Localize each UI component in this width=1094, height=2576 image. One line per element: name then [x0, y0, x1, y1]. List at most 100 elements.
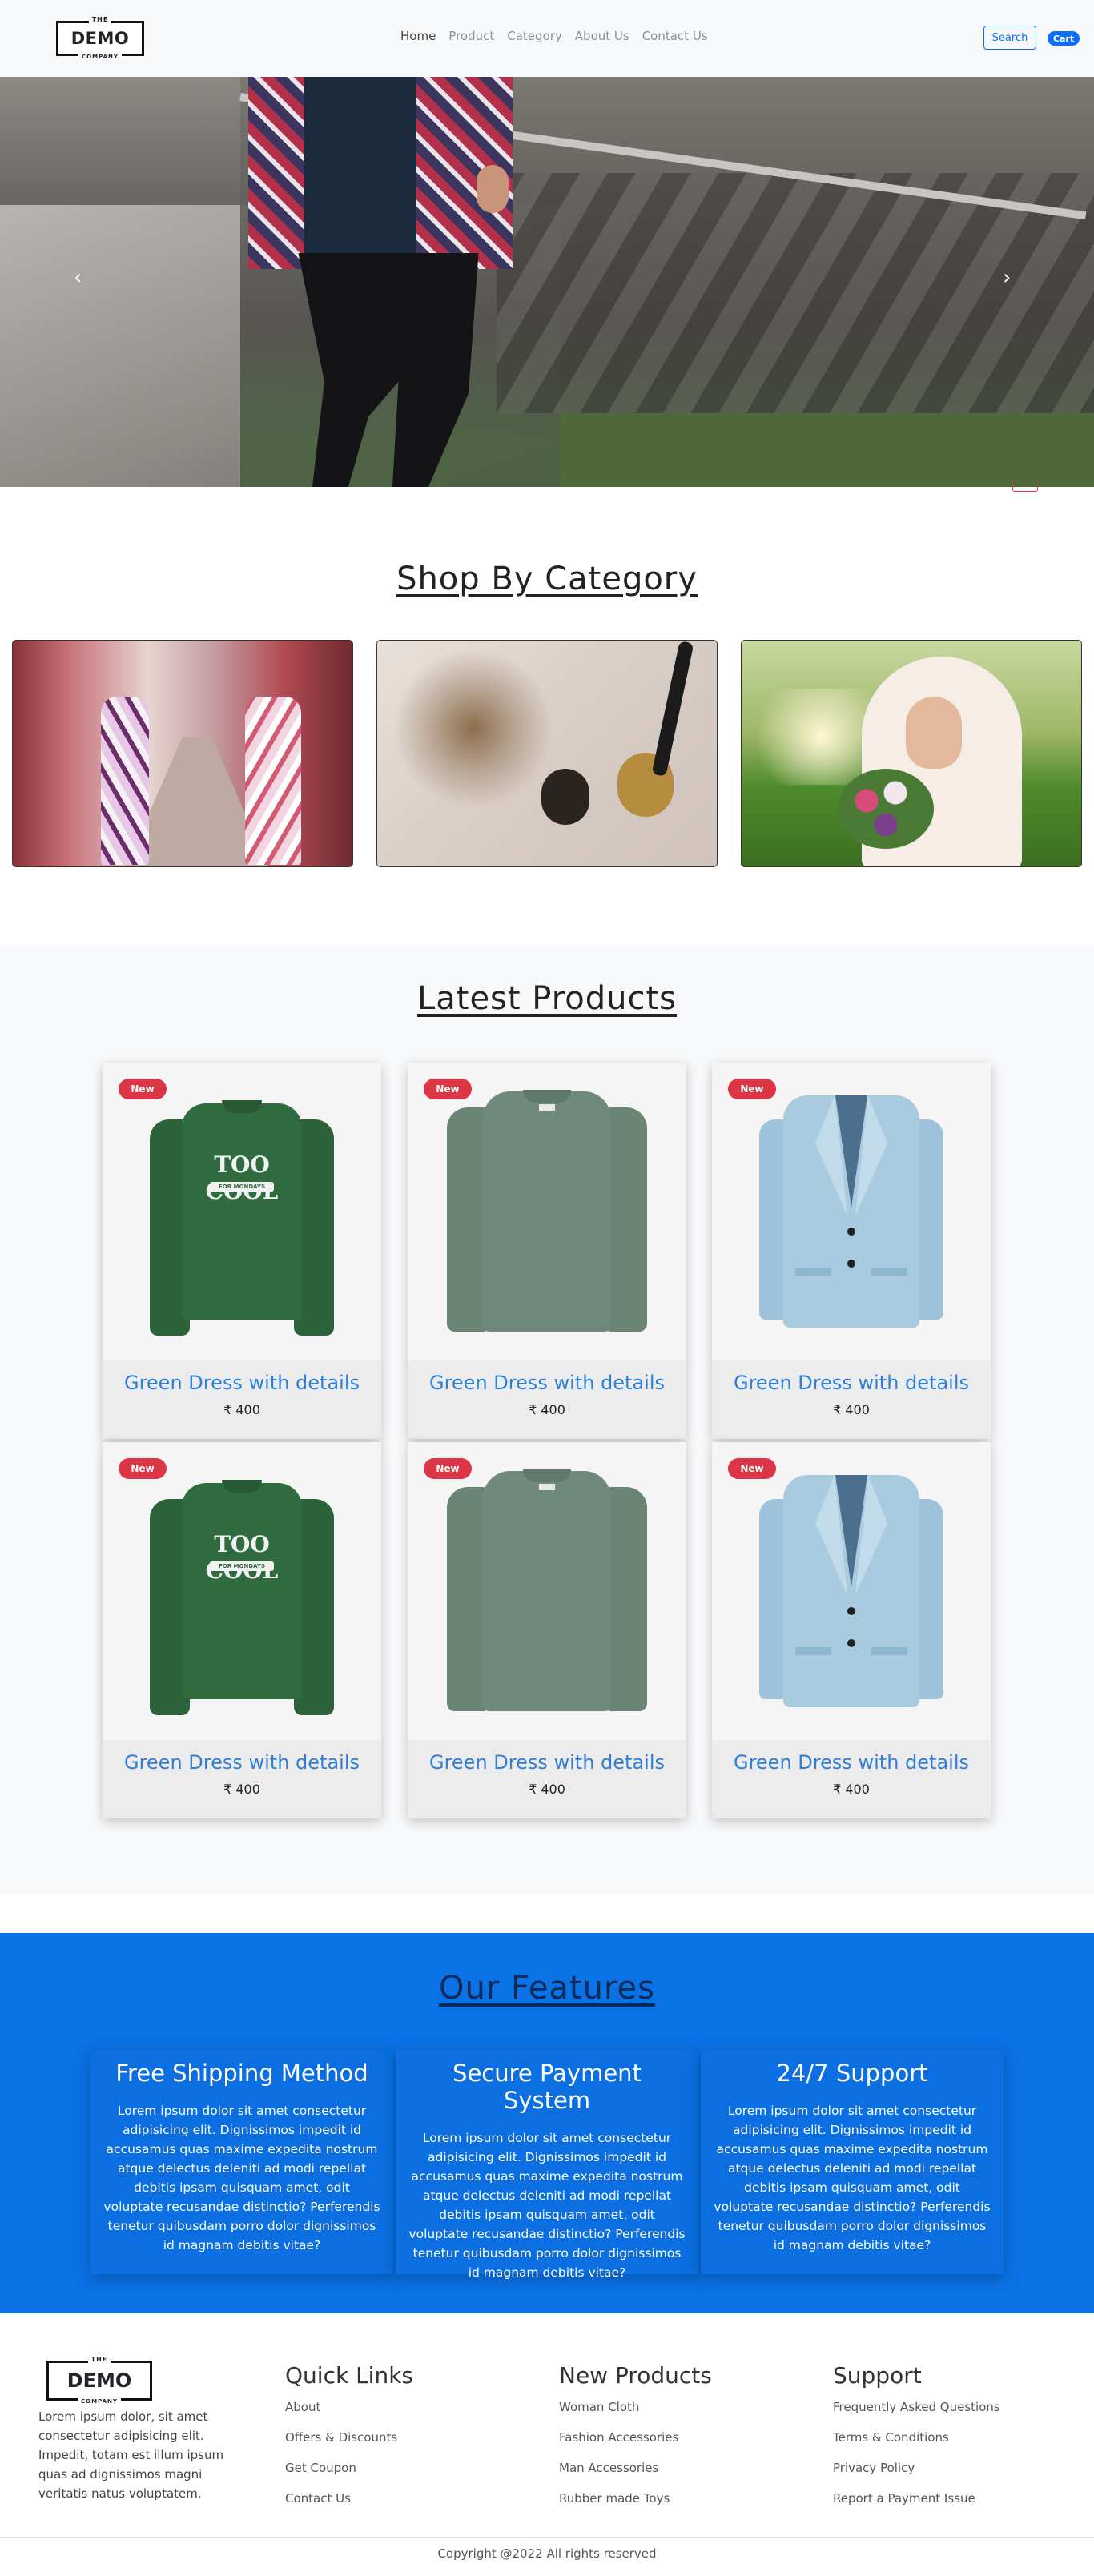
footer-link-coupon[interactable]: Get Coupon: [285, 2461, 413, 2475]
new-badge: New: [119, 1458, 167, 1479]
product-name-link[interactable]: Green Dress with details: [712, 1372, 991, 1394]
features-section-title: Our Features: [439, 1970, 655, 2007]
footer-link-rubber-toys[interactable]: Rubber made Toys: [559, 2491, 712, 2506]
footer-link-faq[interactable]: Frequently Asked Questions: [833, 2400, 1000, 2414]
search-button[interactable]: Search: [983, 26, 1036, 50]
hero-image-hand: [477, 165, 509, 213]
category-image-figure: [245, 697, 301, 865]
chevron-left-icon[interactable]: ‹: [74, 266, 82, 290]
print-subtext: FOR MONDAYS: [210, 1182, 274, 1192]
chevron-right-icon[interactable]: ›: [1003, 266, 1011, 290]
product-price: ₹ 400: [223, 1402, 260, 1417]
feature-text: Lorem ipsum dolor sit amet consectetur a…: [103, 2104, 380, 2252]
product-price: ₹ 400: [833, 1402, 870, 1417]
product-image: [408, 1063, 686, 1360]
logo-bottom-text: COMPANY: [78, 54, 122, 60]
latest-products-title: Latest Products: [416, 980, 678, 1017]
brand-logo[interactable]: THE DEMO COMPANY: [56, 16, 144, 60]
footer-link-contact[interactable]: Contact Us: [285, 2491, 413, 2506]
print-subtext: FOR MONDAYS: [210, 1561, 274, 1571]
footer-divider: [0, 2537, 1094, 2538]
logo-top-text: THE: [88, 16, 112, 23]
footer-column-title: Quick Links: [285, 2362, 414, 2389]
product-info: Green Dress with details ₹ 400: [712, 1360, 991, 1439]
category-image-face: [906, 697, 962, 769]
footer-link-terms[interactable]: Terms & Conditions: [833, 2430, 1000, 2445]
feature-title: Free Shipping Method: [115, 2060, 368, 2087]
nav-link-about-us[interactable]: About Us: [575, 29, 629, 43]
new-badge: New: [728, 1458, 776, 1479]
feature-card-shipping: Free Shipping Method Lorem ipsum dolor s…: [90, 2050, 393, 2274]
new-badge: New: [424, 1079, 472, 1099]
nav-link-category[interactable]: Category: [507, 29, 562, 43]
product-card[interactable]: New Green Dress with details ₹ 400: [408, 1442, 686, 1818]
category-image-cup: [541, 769, 589, 825]
category-image-stick: [651, 641, 694, 778]
nav-link-contact-us[interactable]: Contact Us: [642, 29, 708, 43]
category-image-figure: [101, 697, 149, 865]
footer-link-privacy[interactable]: Privacy Policy: [833, 2461, 1000, 2475]
nav-links: Home Product Category About Us Contact U…: [400, 29, 708, 43]
product-image: TOO COOL FOR MONDAYS: [103, 1063, 381, 1360]
category-card-bride[interactable]: [741, 640, 1082, 867]
copyright-text: Copyright @2022 All rights reserved: [437, 2546, 657, 2561]
product-info: Green Dress with details ₹ 400: [408, 1360, 686, 1439]
product-card[interactable]: New Green Dress with details ₹ 400: [712, 1442, 991, 1818]
nav-link-home[interactable]: Home: [400, 29, 436, 43]
footer-link-report-payment[interactable]: Report a Payment Issue: [833, 2491, 1000, 2506]
hero-image-person-vest: [304, 77, 416, 261]
product-info: Green Dress with details ₹ 400: [103, 1360, 381, 1439]
green-sweatshirt-image: TOO COOL FOR MONDAYS: [150, 1087, 334, 1336]
print-text: TOO COOL: [206, 1151, 279, 1204]
product-name-link[interactable]: Green Dress with details: [103, 1372, 381, 1394]
product-price: ₹ 400: [529, 1782, 565, 1797]
category-card-decor[interactable]: [376, 640, 718, 867]
green-sweatshirt-image: TOO COOL FOR MONDAYS: [150, 1467, 334, 1715]
new-badge: New: [728, 1079, 776, 1099]
category-image-twigs: [393, 649, 553, 809]
footer-link-about[interactable]: About: [285, 2400, 413, 2414]
product-price: ₹ 400: [223, 1782, 260, 1797]
cart-button[interactable]: Cart: [1048, 31, 1080, 46]
hero-carousel: ‹ ›: [0, 77, 1094, 487]
new-badge: New: [119, 1079, 167, 1099]
category-card-kimono[interactable]: [12, 640, 353, 867]
denim-blazer-image: [759, 1467, 943, 1715]
product-info: Green Dress with details ₹ 400: [712, 1740, 991, 1818]
product-image: [712, 1063, 991, 1360]
footer-link-fashion-accessories[interactable]: Fashion Accessories: [559, 2430, 712, 2445]
feature-card-support: 24/7 Support Lorem ipsum dolor sit amet …: [701, 2050, 1004, 2274]
feature-card-payment: Secure Payment System Lorem ipsum dolor …: [396, 2050, 698, 2280]
carousel-indicator[interactable]: [1012, 482, 1038, 492]
footer-logo[interactable]: THE DEMO COMPANY: [46, 2356, 152, 2405]
product-name-link[interactable]: Green Dress with details: [712, 1751, 991, 1774]
footer-link-offers[interactable]: Offers & Discounts: [285, 2430, 413, 2445]
category-section-title: Shop By Category: [396, 561, 698, 597]
nav-link-product[interactable]: Product: [448, 29, 494, 43]
logo-main-text: DEMO: [70, 29, 130, 48]
denim-blazer-image: [759, 1087, 943, 1336]
logo-top-text: THE: [87, 2356, 111, 2363]
product-name-link[interactable]: Green Dress with details: [408, 1372, 686, 1394]
product-name-link[interactable]: Green Dress with details: [103, 1751, 381, 1774]
product-card[interactable]: TOO COOL FOR MONDAYS New Green Dress wit…: [103, 1442, 381, 1818]
product-name-link[interactable]: Green Dress with details: [408, 1751, 686, 1774]
navbar: THE DEMO COMPANY Home Product Category A…: [0, 0, 1094, 77]
product-price: ₹ 400: [833, 1782, 870, 1797]
footer-support: Support Frequently Asked Questions Terms…: [833, 2362, 1000, 2522]
grey-sweatshirt-image: [447, 1083, 647, 1340]
footer-link-woman-cloth[interactable]: Woman Cloth: [559, 2400, 712, 2414]
category-image-bouquet: [838, 769, 934, 849]
product-info: Green Dress with details ₹ 400: [408, 1740, 686, 1818]
footer-new-products: New Products Woman Cloth Fashion Accesso…: [559, 2362, 712, 2522]
product-info: Green Dress with details ₹ 400: [103, 1740, 381, 1818]
product-card[interactable]: New Green Dress with details ₹ 400: [408, 1063, 686, 1439]
logo-bottom-text: COMPANY: [78, 2398, 121, 2405]
product-image: [408, 1442, 686, 1740]
product-card[interactable]: New Green Dress with details ₹ 400: [712, 1063, 991, 1439]
logo-main-text: DEMO: [66, 2369, 132, 2392]
product-card[interactable]: TOO COOL FOR MONDAYS New Green Dress wit…: [103, 1063, 381, 1439]
grey-sweatshirt-image: [447, 1463, 647, 1719]
footer-link-man-accessories[interactable]: Man Accessories: [559, 2461, 712, 2475]
hero-image-grass: [561, 413, 1094, 487]
